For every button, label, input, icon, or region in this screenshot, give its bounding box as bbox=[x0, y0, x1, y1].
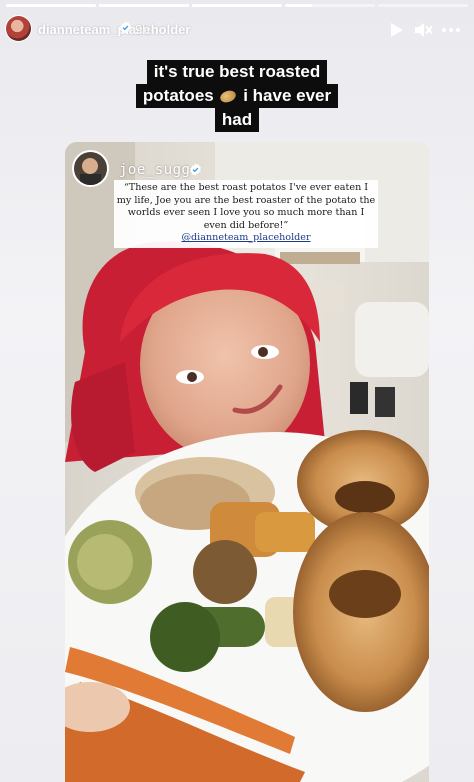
reshare-avatar[interactable] bbox=[74, 152, 107, 185]
play-icon[interactable] bbox=[386, 20, 406, 40]
story-viewer: dianneteam_placeholder 9h it's true best… bbox=[0, 0, 474, 782]
reshared-post-card[interactable]: joe_sugg “These are the best roast potat… bbox=[65, 142, 429, 782]
progress-segment bbox=[6, 4, 96, 7]
speaker-muted-icon[interactable] bbox=[413, 20, 433, 40]
verified-badge-icon bbox=[120, 21, 131, 34]
story-username[interactable]: dianneteam_placeholder bbox=[38, 22, 190, 37]
progress-segment bbox=[285, 4, 375, 7]
avatar[interactable] bbox=[6, 16, 31, 41]
story-progress-bar bbox=[6, 4, 468, 7]
reshare-username[interactable]: joe_sugg bbox=[119, 162, 190, 178]
verified-badge-icon bbox=[190, 163, 201, 176]
caption-line: it's true best roasted bbox=[146, 60, 328, 84]
quote-text-overlay: “These are the best roast potatos I've e… bbox=[114, 180, 378, 248]
progress-segment bbox=[192, 4, 282, 7]
potato-emoji-icon bbox=[219, 88, 238, 105]
quote-line: even did before!” bbox=[203, 219, 289, 231]
quote-line: worlds ever seen I love you so much more… bbox=[127, 207, 365, 219]
progress-segment bbox=[378, 4, 468, 7]
story-caption: it's true best roasted potatoes i have e… bbox=[0, 60, 474, 132]
mention-link[interactable]: @dianneteam_placeholder bbox=[114, 232, 378, 245]
story-timestamp: 9h bbox=[135, 22, 150, 37]
story-header: dianneteam_placeholder 9h bbox=[0, 10, 474, 50]
caption-line: potatoes i have ever bbox=[135, 84, 339, 108]
quote-line: my life, Joe you are the best roaster of… bbox=[116, 194, 376, 206]
more-horizontal-icon[interactable] bbox=[441, 20, 461, 40]
quote-line: “These are the best roast potatos I've e… bbox=[123, 182, 369, 193]
caption-line: had bbox=[214, 108, 260, 132]
progress-segment bbox=[99, 4, 189, 7]
